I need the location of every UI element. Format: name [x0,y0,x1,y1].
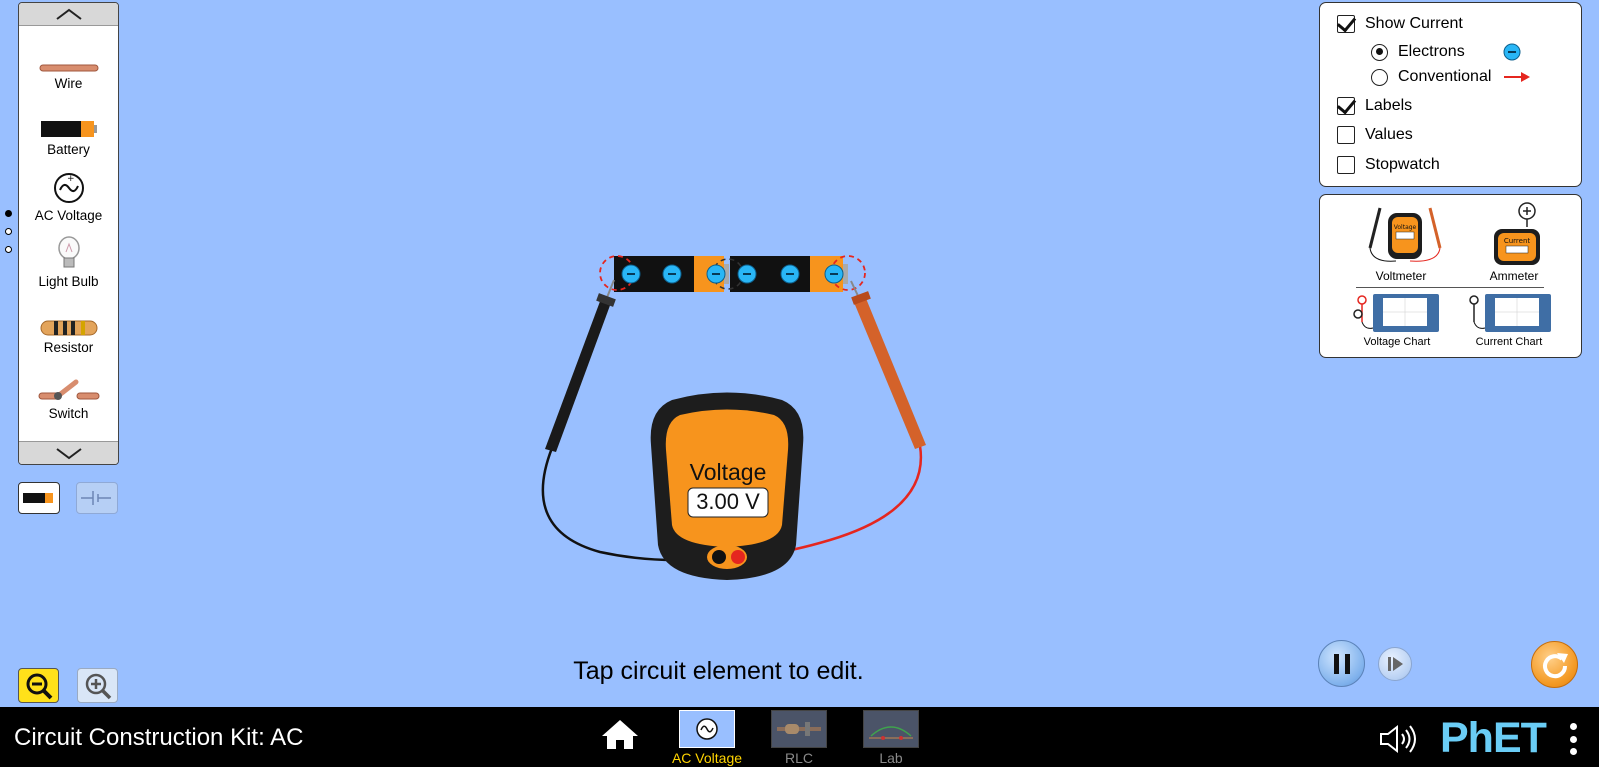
values-label: Values [1365,126,1413,143]
ac-voltage-screen-thumbnail [679,710,735,748]
sensor-tools-panel: Voltage Voltmeter Current Ammeter Voltag… [1319,194,1582,358]
phet-menu-button[interactable] [1567,723,1579,755]
show-current-checkbox[interactable]: Show Current [1337,15,1463,33]
voltmeter[interactable] [650,392,804,581]
voltmeter-tool-label: Voltmeter [1375,269,1427,283]
menu-dot-icon [1569,735,1577,743]
reset-icon [1542,652,1568,678]
labels-checkbox[interactable]: Labels [1337,97,1412,115]
voltmeter-tool[interactable]: Voltage Voltmeter [1358,203,1444,283]
screen-button-ac-voltage[interactable]: AC Voltage [667,710,747,767]
lab-circuit-icon [869,726,913,740]
radio-unselected-icon [1371,68,1388,86]
screen-button-rlc[interactable]: RLC [759,710,839,767]
black-probe[interactable] [545,279,616,452]
phet-logo[interactable]: PhET [1440,717,1547,760]
display-options-panel: Show Current Electrons Conventional Labe… [1319,2,1582,187]
values-checkbox[interactable]: Values [1337,126,1413,144]
conventional-label: Conventional [1398,68,1492,85]
ammeter-icon-label: Current [1504,237,1531,245]
ammeter-icon: Current [1494,202,1540,265]
rlc-screen-thumbnail [771,710,827,748]
ammeter-tool[interactable]: Current Ammeter [1484,199,1544,283]
arrow-right-icon [1504,72,1530,82]
voltmeter-title: Voltage [689,459,767,485]
screen-button-lab[interactable]: Lab [851,710,931,767]
current-chart-tool-label: Current Chart [1475,336,1543,348]
electrons-radio[interactable]: Electrons [1371,43,1521,61]
voltage-chart-tool[interactable]: Voltage Chart [1353,292,1441,348]
speaker-icon [1380,724,1416,754]
checkbox-checked-icon [1337,15,1355,33]
screen-label: AC Voltage [671,750,743,766]
sim-title: Circuit Construction Kit: AC [14,724,304,751]
rlc-circuit-icon [777,722,821,736]
menu-dot-icon [1569,748,1577,755]
labels-label: Labels [1365,97,1413,114]
navigation-bar: Circuit Construction Kit: AC AC Voltage … [0,707,1599,767]
voltage-chart-icon [1353,294,1439,332]
tools-divider [1356,287,1544,288]
checkbox-unchecked-icon [1337,126,1355,144]
current-chart-icon [1469,294,1551,332]
hint-text: Tap circuit element to edit. [573,657,864,685]
ammeter-tool-label: Ammeter [1489,269,1539,283]
red-probe[interactable] [850,280,926,449]
stopwatch-checkbox[interactable]: Stopwatch [1337,156,1440,174]
checkbox-checked-icon [1337,97,1355,115]
reset-all-button[interactable] [1531,641,1578,688]
voltage-chart-tool-label: Voltage Chart [1363,336,1431,348]
conventional-radio[interactable]: Conventional [1371,68,1530,86]
electron-icon [1503,43,1521,61]
screen-label: RLC [784,750,813,766]
electrons-label: Electrons [1398,43,1465,60]
sound-toggle-button[interactable] [1378,724,1418,759]
stopwatch-label: Stopwatch [1365,156,1440,173]
voltmeter-reading: 3.00 V [696,489,760,514]
show-current-label: Show Current [1365,15,1463,32]
screen-label: Lab [879,750,903,766]
home-button[interactable] [600,717,640,756]
current-chart-tool[interactable]: Current Chart [1465,292,1553,348]
voltmeter-icon-label: Voltage [1394,224,1417,231]
checkbox-unchecked-icon [1337,156,1355,174]
home-icon [602,720,638,749]
ac-voltage-icon [696,718,718,740]
radio-selected-icon [1371,43,1388,61]
menu-dot-icon [1569,723,1577,730]
voltmeter-icon: Voltage [1368,207,1442,262]
lab-screen-thumbnail [863,710,919,748]
